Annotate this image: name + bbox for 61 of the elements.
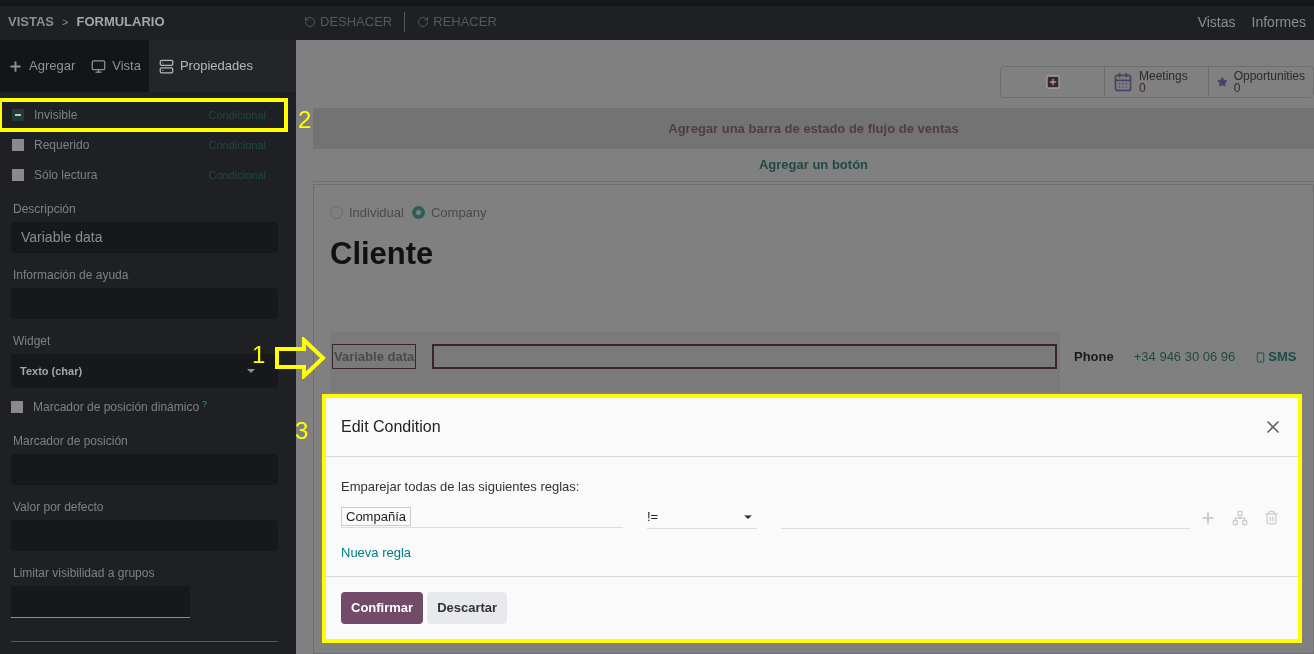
sms-link[interactable]: SMS xyxy=(1255,347,1297,367)
new-rule-link[interactable]: Nueva regla xyxy=(341,542,412,562)
trash-icon[interactable] xyxy=(1264,510,1279,525)
checkbox-label: Marcador de posición dinámico xyxy=(33,399,200,416)
checkbox-label: Requerido xyxy=(34,137,90,154)
checkbox-label: Invisible xyxy=(34,107,78,124)
checkbox[interactable] xyxy=(12,139,24,151)
sidebar-tab[interactable]: Agregar xyxy=(0,40,84,92)
checkbox[interactable] xyxy=(12,109,24,121)
annotation-arrow-icon xyxy=(274,337,326,379)
checkbox[interactable] xyxy=(12,169,24,181)
undo-icon xyxy=(304,16,316,28)
annotation-number: 2 xyxy=(298,108,312,132)
field-label: Limitar visibilidad a grupos xyxy=(12,565,156,582)
list-icon xyxy=(158,58,174,74)
smart-button-count: 0 xyxy=(1233,82,1241,94)
field-select[interactable]: Compañía xyxy=(341,506,623,529)
field-label: Información de ayuda xyxy=(12,267,130,284)
text-input[interactable]: Variable data xyxy=(11,222,278,253)
help-mark[interactable]: ? xyxy=(202,398,208,412)
field-label: Marcador de posición xyxy=(12,433,129,450)
menu-link[interactable]: Vistas xyxy=(1197,11,1236,33)
annotation-number: 3 xyxy=(295,416,309,446)
dialog-text: Emparejar todas de las siguientes reglas: xyxy=(341,478,581,496)
text-input[interactable] xyxy=(432,344,1058,369)
phone-label: Phone xyxy=(1074,348,1114,367)
field-tag: Compañía xyxy=(341,506,411,526)
field-label: Descripción xyxy=(12,201,77,218)
radio-button[interactable] xyxy=(411,206,425,220)
checkbox-label: Sólo lectura xyxy=(34,167,98,184)
smart-button[interactable]: Meetings 0 xyxy=(1105,67,1209,97)
plus-square-icon xyxy=(1044,74,1061,90)
phone-link[interactable]: +34 946 30 06 96 xyxy=(1133,347,1236,367)
hierarchy-icon[interactable] xyxy=(1232,509,1248,526)
breadcrumb-separator: > xyxy=(62,14,69,30)
menu-link[interactable]: Informes xyxy=(1251,11,1306,33)
checkbox[interactable] xyxy=(11,401,23,413)
field-label: Valor por defecto xyxy=(12,499,105,516)
caret-icon xyxy=(247,369,255,373)
breadcrumb-current: FORMULARIO xyxy=(76,13,165,32)
smart-button-count: 0 xyxy=(1139,82,1146,94)
plus-icon[interactable] xyxy=(1200,509,1216,526)
sidebar-tab[interactable]: Propiedades xyxy=(148,40,296,92)
confirm-button[interactable]: Confirmar xyxy=(341,592,424,624)
add-button-link[interactable]: Agregar un botón xyxy=(758,155,868,175)
breadcrumb-link[interactable]: VISTAS xyxy=(8,12,54,32)
smart-button-label: Meetings xyxy=(1139,70,1188,82)
redo-icon xyxy=(417,16,430,28)
smart-button[interactable]: Opportunities 0 xyxy=(1209,67,1313,97)
calendar-icon xyxy=(1113,72,1133,92)
record-title: Cliente xyxy=(330,234,435,273)
smart-button-label: Opportunities xyxy=(1233,70,1305,82)
plus-icon xyxy=(8,58,23,74)
sidebar-tab[interactable]: Vista xyxy=(83,40,149,92)
monitor-icon xyxy=(91,58,107,74)
group-input[interactable] xyxy=(11,586,190,618)
discard-button[interactable]: Descartar xyxy=(427,592,508,624)
phone-icon xyxy=(1255,351,1267,363)
dialog-title: Edit Condition xyxy=(341,417,441,437)
operator-select[interactable]: != xyxy=(647,506,757,529)
field-label: Widget xyxy=(12,333,52,350)
